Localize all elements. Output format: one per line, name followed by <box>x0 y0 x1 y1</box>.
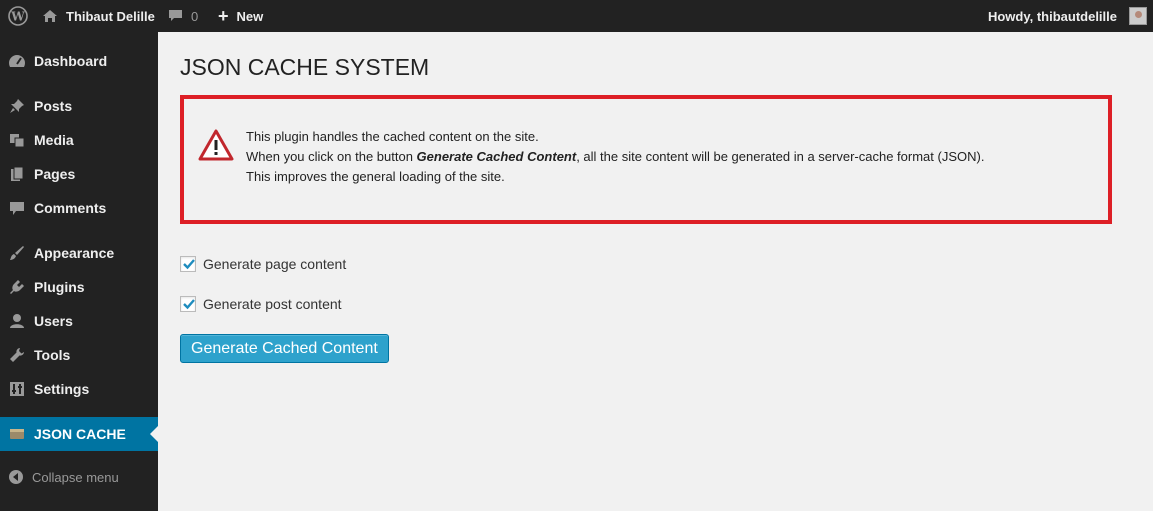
brush-icon <box>0 245 34 261</box>
plugin-icon <box>0 279 34 295</box>
notice-line-2-emphasis: Generate Cached Content <box>416 149 577 164</box>
collapse-menu-label: Collapse menu <box>32 469 119 485</box>
home-icon <box>43 10 57 22</box>
sidebar-item-comments[interactable]: Comments <box>0 191 158 225</box>
user-icon <box>0 313 34 329</box>
wordpress-logo-icon[interactable]: W <box>8 0 30 32</box>
sidebar-item-dashboard[interactable]: Dashboard <box>0 44 158 78</box>
site-name: Thibaut Delille <box>66 8 155 24</box>
wrench-icon <box>0 347 34 363</box>
avatar[interactable] <box>1129 7 1147 25</box>
collapse-menu-button[interactable]: Collapse menu <box>0 460 158 494</box>
collapse-icon <box>0 469 32 485</box>
admin-sidebar: Dashboard Posts Media Pages Comments App… <box>0 32 158 511</box>
sidebar-item-label: Settings <box>34 381 90 397</box>
sidebar-item-label: Posts <box>34 98 73 114</box>
svg-text:W: W <box>10 10 25 24</box>
sidebar-item-label: Dashboard <box>34 53 108 69</box>
checkmark-icon <box>183 259 195 270</box>
sidebar-item-json-cache[interactable]: JSON CACHE <box>0 417 158 451</box>
sidebar-item-label: Users <box>34 313 73 329</box>
sidebar-item-posts[interactable]: Posts <box>0 89 158 123</box>
generate-post-content-option[interactable]: Generate post content <box>180 296 342 312</box>
new-label: New <box>236 8 264 24</box>
sidebar-item-appearance[interactable]: Appearance <box>0 236 158 270</box>
dashboard-icon <box>0 53 34 69</box>
checkmark-icon <box>183 299 195 310</box>
notice-line-3: This improves the general loading of the… <box>246 169 505 184</box>
sidebar-item-label: Comments <box>34 200 107 216</box>
notice-line-2-prefix: When you click on the button <box>246 149 417 164</box>
generate-page-content-label: Generate page content <box>203 256 347 272</box>
pages-icon <box>0 166 34 182</box>
sidebar-item-tools[interactable]: Tools <box>0 338 158 372</box>
sidebar-item-label: Appearance <box>34 245 115 261</box>
page-title: JSON CACHE SYSTEM <box>180 54 430 80</box>
plugin-notice: This plugin handles the cached content o… <box>180 95 1112 224</box>
generate-post-content-checkbox[interactable] <box>180 296 196 312</box>
sidebar-item-label: Tools <box>34 347 71 363</box>
notice-text: This plugin handles the cached content o… <box>246 127 984 187</box>
sidebar-item-label: Pages <box>34 166 76 182</box>
sidebar-item-media[interactable]: Media <box>0 123 158 157</box>
settings-icon <box>0 381 34 397</box>
pin-icon <box>0 98 34 114</box>
comments-link[interactable]: 0 <box>168 0 198 32</box>
media-icon <box>0 132 34 148</box>
generate-page-content-option[interactable]: Generate page content <box>180 256 346 272</box>
cache-icon <box>0 427 34 441</box>
new-content-link[interactable]: + New <box>218 0 263 32</box>
howdy-user-link[interactable]: Howdy, thibautdelille <box>988 0 1117 32</box>
sidebar-item-label: Media <box>34 132 74 148</box>
plus-icon: + <box>218 6 229 26</box>
generate-post-content-label: Generate post content <box>203 296 342 312</box>
sidebar-item-label: Plugins <box>34 279 85 295</box>
notice-line-2-suffix: , all the site content will be generated… <box>576 149 985 164</box>
comment-icon <box>169 10 182 21</box>
comment-count: 0 <box>191 8 199 24</box>
sidebar-item-label: JSON CACHE <box>34 426 126 442</box>
generate-page-content-checkbox[interactable] <box>180 256 196 272</box>
warning-icon <box>198 129 234 161</box>
notice-line-1: This plugin handles the cached content o… <box>246 129 539 144</box>
admin-bar: W Thibaut Delille 0 + New Howdy, thibaut… <box>0 0 1153 32</box>
comment-icon <box>0 201 34 216</box>
main-content: JSON CACHE SYSTEM This plugin handles th… <box>158 32 1153 511</box>
sidebar-item-users[interactable]: Users <box>0 304 158 338</box>
generate-cached-content-button[interactable]: Generate Cached Content <box>180 334 389 363</box>
sidebar-item-plugins[interactable]: Plugins <box>0 270 158 304</box>
sidebar-item-pages[interactable]: Pages <box>0 157 158 191</box>
sidebar-item-settings[interactable]: Settings <box>0 372 158 406</box>
notice-line-2: When you click on the button Generate Ca… <box>246 147 984 167</box>
site-name-link[interactable]: Thibaut Delille <box>42 0 155 32</box>
